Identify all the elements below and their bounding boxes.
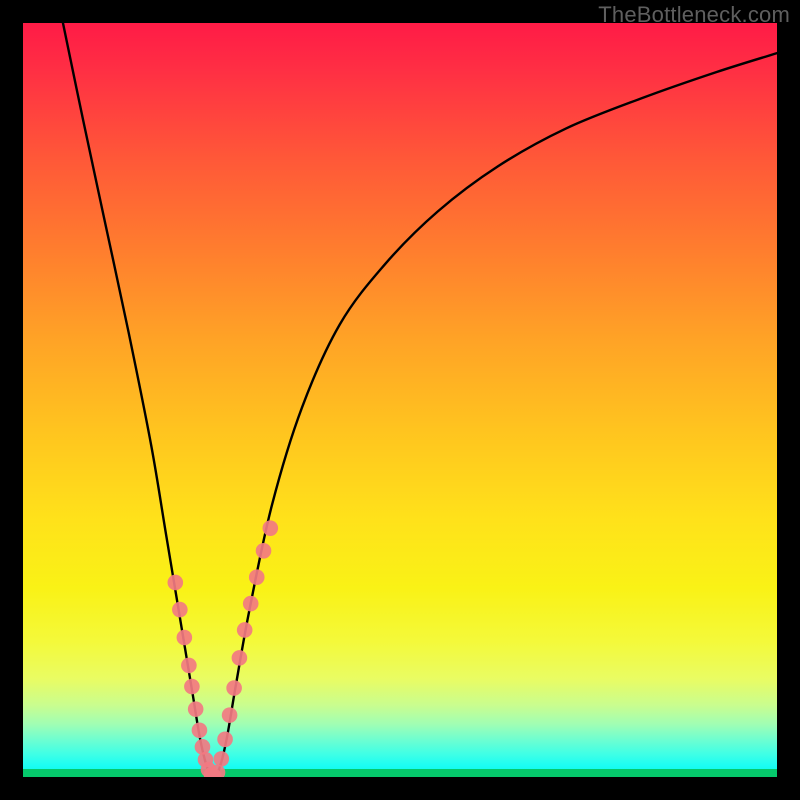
watermark-text: TheBottleneck.com — [598, 2, 790, 28]
bottleneck-curve — [63, 23, 777, 777]
curve-layer — [23, 23, 777, 777]
plot-area — [23, 23, 777, 777]
highlight-dots-right — [210, 520, 278, 777]
chart-frame: TheBottleneck.com — [0, 0, 800, 800]
highlight-dots-left — [168, 575, 222, 777]
